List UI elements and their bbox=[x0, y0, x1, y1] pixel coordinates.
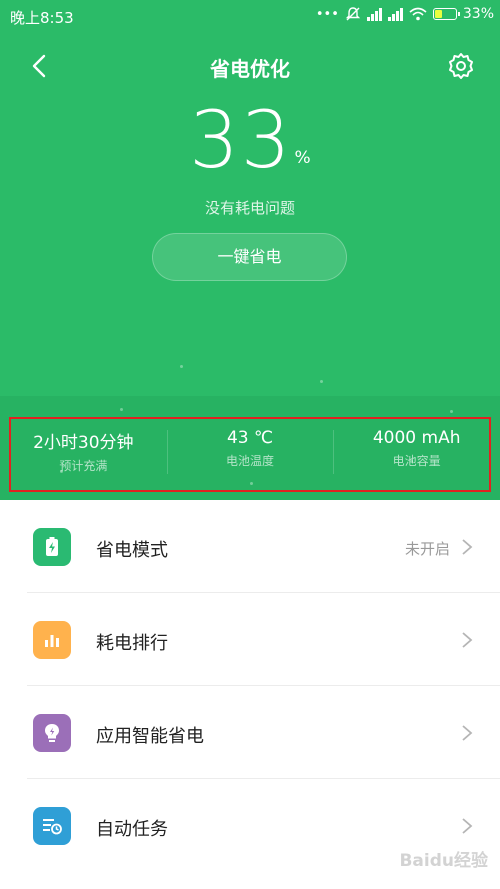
list-item-label: 省电模式 bbox=[96, 540, 168, 561]
gear-icon[interactable] bbox=[446, 51, 476, 81]
notification-dots: ••• bbox=[315, 6, 339, 22]
list-item-smart-app-saving[interactable]: 应用智能省电 bbox=[0, 686, 500, 779]
chevron-right-icon bbox=[462, 539, 473, 555]
top-nav: 省电优化 bbox=[0, 44, 500, 88]
signal-strength-icon-2 bbox=[387, 7, 403, 21]
list-item-label: 应用智能省电 bbox=[96, 726, 204, 747]
list-item-power-ranking[interactable]: 耗电排行 bbox=[0, 593, 500, 686]
list-item-label: 耗电排行 bbox=[96, 633, 168, 654]
battery-charge-icon bbox=[33, 528, 71, 566]
mute-icon bbox=[345, 7, 361, 21]
settings-list: 省电模式 未开启 耗电排行 应用智能省电 自动任务 bbox=[0, 500, 500, 872]
status-time: 晚上8:53 bbox=[10, 9, 74, 27]
battery-percent-text: 33% bbox=[462, 6, 494, 22]
wifi-icon bbox=[409, 7, 427, 21]
battery-percent-display: 33% bbox=[0, 96, 500, 186]
battery-hero-panel: 晚上8:53 ••• 33% 省电优化 33 % 没有耗电问题 一键省电 2小时… bbox=[0, 0, 500, 500]
stats-highlight-box bbox=[9, 417, 491, 492]
chevron-right-icon bbox=[462, 632, 473, 648]
status-bar: 晚上8:53 ••• 33% bbox=[0, 0, 500, 32]
bar-chart-icon bbox=[33, 621, 71, 659]
list-item-status: 未开启 bbox=[404, 540, 450, 558]
battery-percent-value: 33 bbox=[189, 96, 293, 186]
list-item-label: 自动任务 bbox=[96, 819, 168, 840]
watermark: Baidu经验 bbox=[399, 851, 488, 871]
list-item-power-saving-mode[interactable]: 省电模式 未开启 bbox=[0, 500, 500, 593]
battery-percent-unit: % bbox=[294, 148, 311, 168]
battery-status-text: 没有耗电问题 bbox=[204, 199, 295, 217]
status-icons: ••• 33% bbox=[316, 6, 494, 22]
signal-strength-icon bbox=[366, 7, 382, 21]
page-title: 省电优化 bbox=[210, 57, 290, 81]
battery-status-icon bbox=[432, 8, 460, 20]
chevron-right-icon bbox=[462, 725, 473, 741]
lightbulb-icon bbox=[33, 714, 71, 752]
one-tap-optimize-button[interactable]: 一键省电 bbox=[152, 233, 347, 281]
battery-fill bbox=[434, 10, 443, 18]
task-list-icon bbox=[33, 807, 71, 845]
chevron-right-icon bbox=[462, 818, 473, 834]
